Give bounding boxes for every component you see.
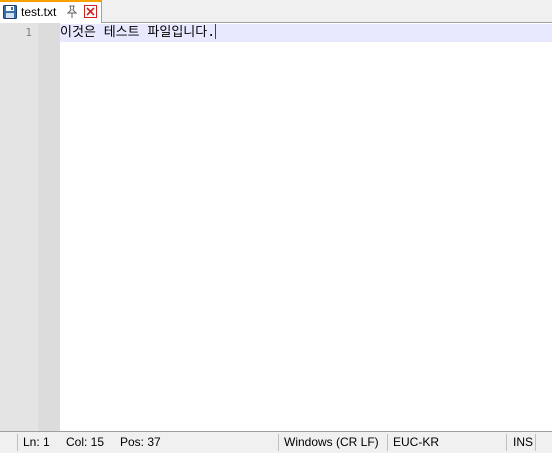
fold-margin[interactable]	[38, 23, 60, 431]
status-eol-format[interactable]: Windows (CR LF)	[284, 434, 379, 451]
status-separator	[278, 434, 279, 451]
line-number: 1	[25, 26, 32, 39]
status-bar: Ln: 1 Col: 15 Pos: 37 Windows (CR LF) EU…	[0, 431, 552, 453]
status-position: Pos: 37	[120, 435, 161, 449]
status-separator	[17, 434, 18, 451]
save-icon	[3, 5, 17, 19]
status-column: Col: 15	[66, 435, 105, 449]
status-separator	[506, 434, 507, 451]
status-separator	[535, 434, 536, 451]
tab-test-txt[interactable]: test.txt	[0, 0, 102, 23]
close-icon[interactable]	[84, 5, 97, 18]
status-insert-mode[interactable]: INS	[513, 434, 533, 451]
line-number-gutter: 1	[0, 23, 38, 431]
tab-bar: test.txt	[0, 0, 552, 23]
status-separator	[387, 434, 388, 451]
status-line: Ln: 1	[23, 435, 50, 449]
status-encoding[interactable]: EUC-KR	[393, 434, 439, 451]
code-line[interactable]: 이것은 테스트 파일입니다.	[60, 24, 217, 42]
text-caret	[215, 24, 217, 39]
editor-area[interactable]: 1 이것은 테스트 파일입니다.	[0, 23, 552, 431]
pin-icon[interactable]	[66, 5, 78, 19]
tab-label: test.txt	[21, 5, 57, 19]
code-line-text: 이것은 테스트 파일입니다.	[60, 25, 216, 40]
